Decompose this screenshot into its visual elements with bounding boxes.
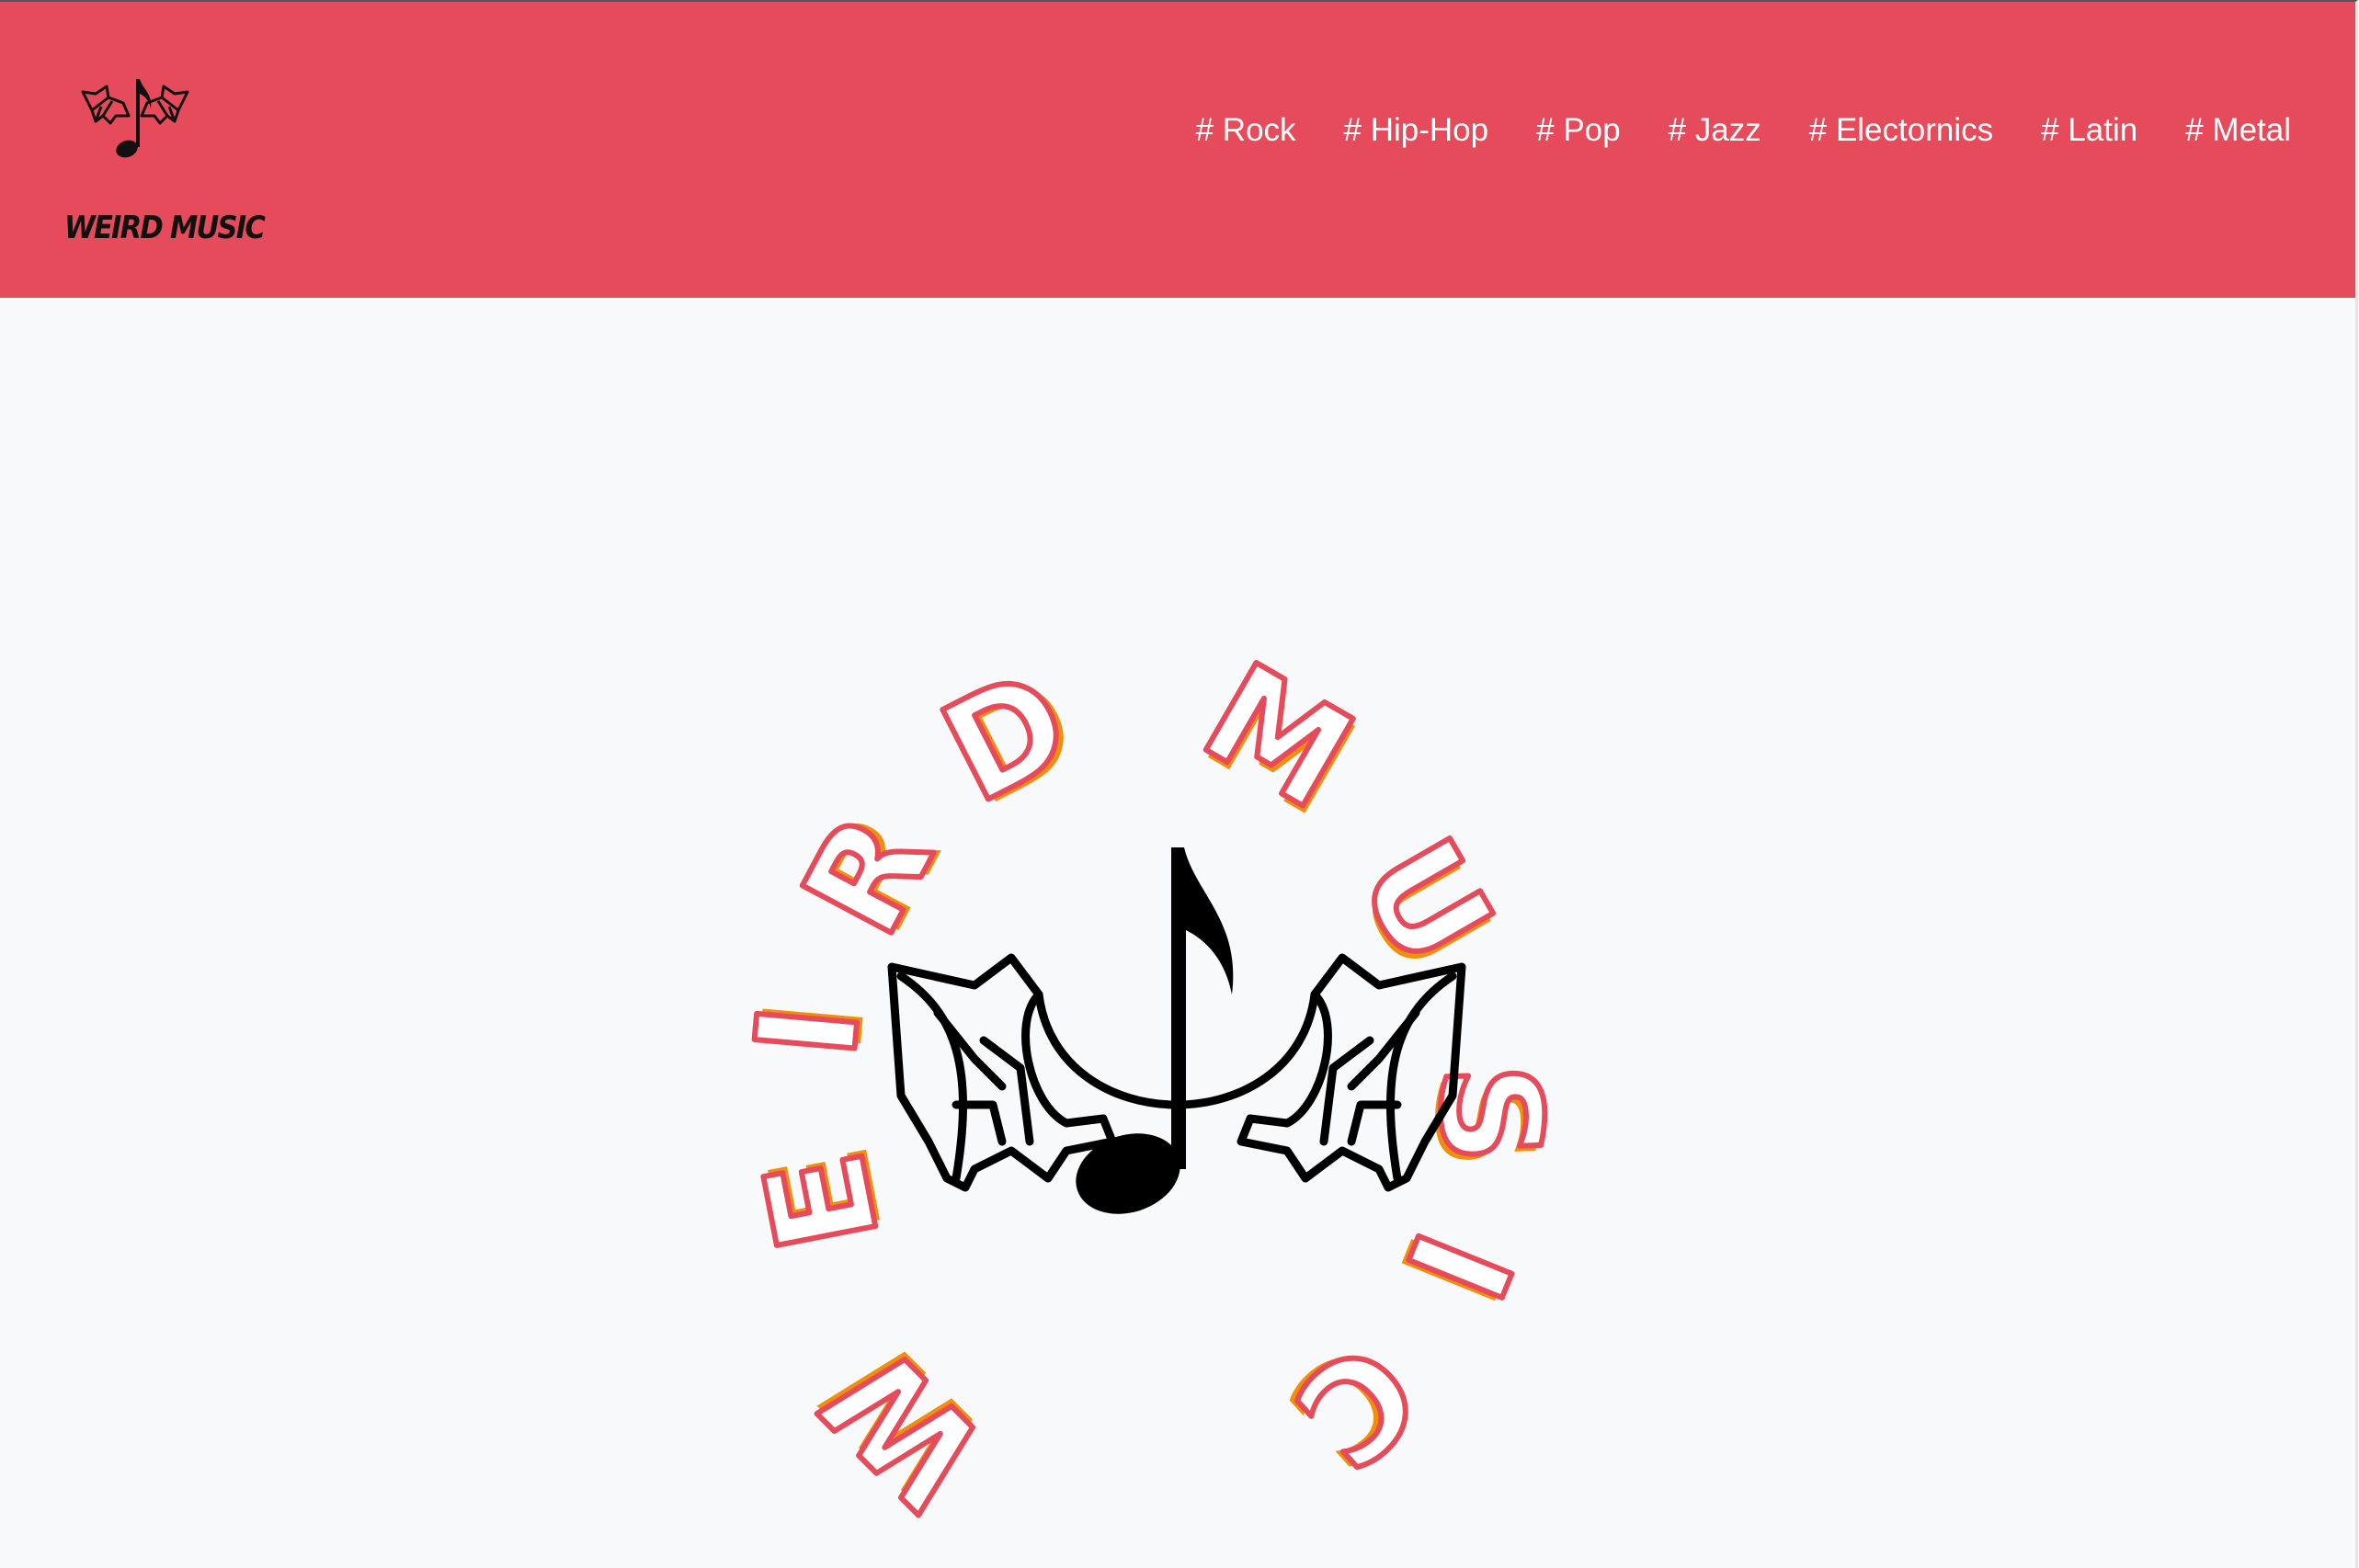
nav-link-jazz[interactable]: # Jazz [1669, 114, 1761, 146]
logo-letter-s-outline: S [1407, 1062, 1571, 1166]
bat-wing-music-note-icon [81, 79, 189, 158]
nav-link-latin[interactable]: # Latin [2041, 114, 2137, 146]
hero-logo: W W E E I I R R D D M M U U S S I I C C [724, 631, 1574, 1540]
logo-letter-w-outline: W [795, 1316, 1016, 1537]
logo-letter-m-outline: M [1179, 633, 1377, 840]
genre-nav: # Rock # Hip-Hop # Pop # Jazz # Electorn… [1196, 114, 2291, 146]
logo-letter-i-second-outline: I [1373, 1212, 1541, 1320]
logo-letter-c-outline: C [1265, 1311, 1447, 1497]
browser-viewport: WEIRD MUSIC # Rock # Hip-Hop # Pop # Jaz… [0, 0, 2358, 1568]
nav-link-rock[interactable]: # Rock [1196, 114, 1296, 146]
nav-link-metal[interactable]: # Metal [2185, 114, 2291, 146]
logo-letter-r-outline: R [773, 790, 964, 960]
nav-link-electornics[interactable]: # Electornics [1809, 114, 1993, 146]
brand-name: WEIRD MUSIC [64, 210, 266, 246]
logo-letter-d-outline: D [919, 640, 1094, 835]
logo-letter-e-outline: E [735, 1140, 910, 1263]
brand-home-link[interactable]: WEIRD MUSIC [55, 57, 266, 259]
nav-link-hip-hop[interactable]: # Hip-Hop [1344, 114, 1489, 146]
nav-link-pop[interactable]: # Pop [1536, 114, 1620, 146]
site-header: WEIRD MUSIC # Rock # Hip-Hop # Pop # Jaz… [0, 2, 2355, 298]
